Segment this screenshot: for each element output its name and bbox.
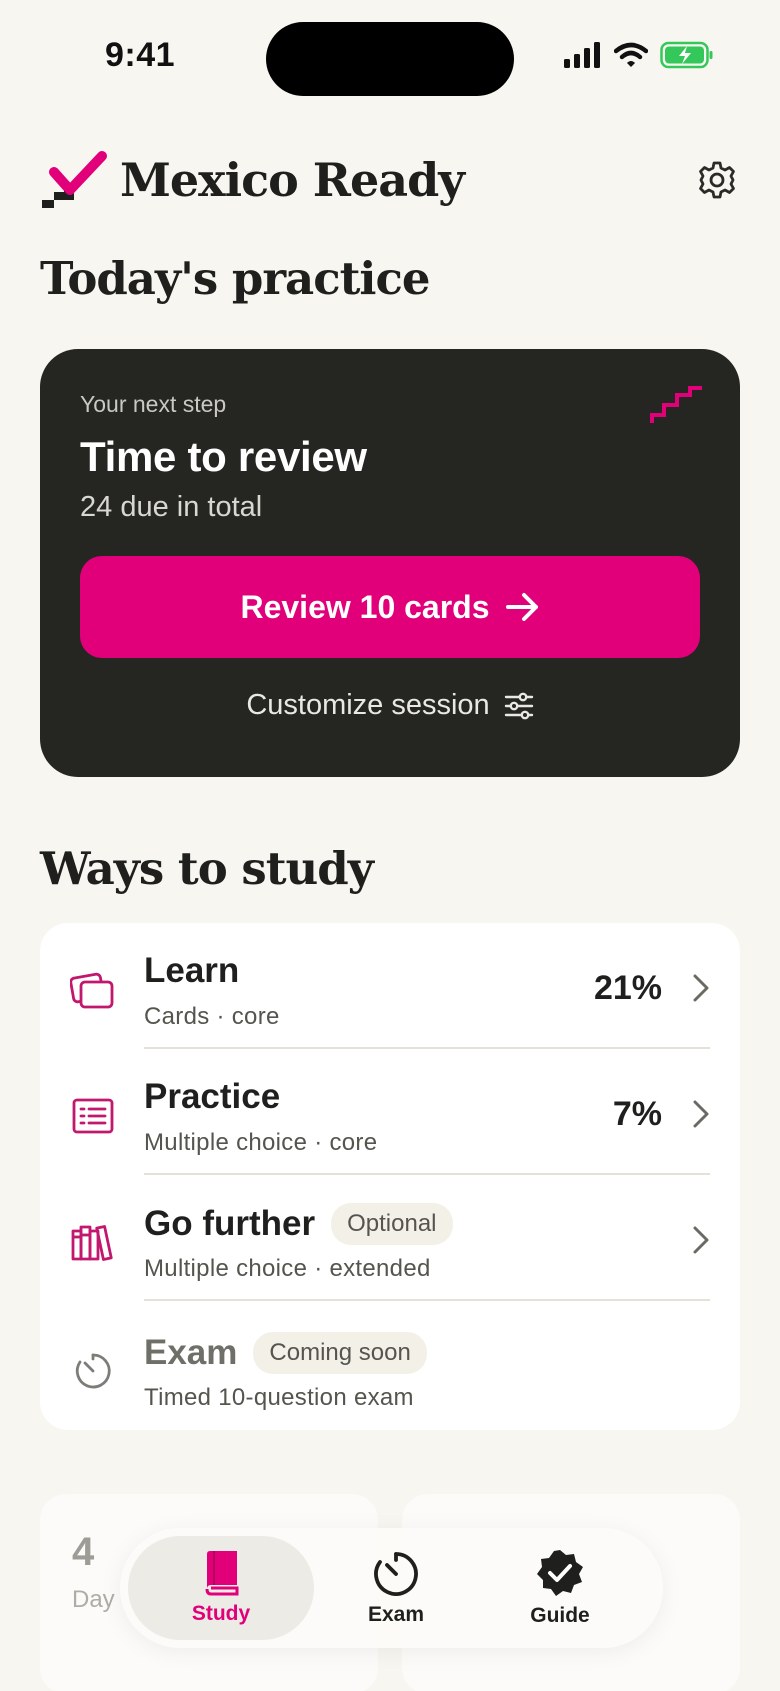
optional-badge: Optional <box>331 1203 453 1245</box>
way-item-practice[interactable]: Practice Multiple choice · core 7% <box>40 1049 740 1175</box>
way-subtitle: Multiple choice · core <box>144 1129 378 1156</box>
books-icon <box>70 1219 116 1265</box>
due-count-text: 24 due in total <box>80 491 263 523</box>
wifi-icon <box>614 42 648 67</box>
way-subtitle: Cards · core <box>144 1003 280 1030</box>
verified-badge-icon <box>537 1550 583 1596</box>
app-header: Mexico Ready <box>40 145 740 215</box>
tab-exam[interactable]: Exam <box>316 1536 476 1640</box>
tab-label: Guide <box>530 1604 590 1627</box>
gear-icon <box>699 161 735 199</box>
timer-icon <box>70 1348 116 1394</box>
book-icon <box>205 1551 239 1596</box>
cards-icon <box>70 967 116 1013</box>
way-subtitle: Multiple choice · extended <box>144 1255 431 1282</box>
progress-percent: 7% <box>612 1095 662 1133</box>
customize-session-label: Customize session <box>246 689 490 721</box>
way-item-exam: Exam Coming soon Timed 10-question exam <box>40 1304 740 1430</box>
next-step-card: Your next step Time to review 24 due in … <box>40 349 740 777</box>
battery-charging-icon <box>660 41 713 69</box>
review-cards-button[interactable]: Review 10 cards <box>80 556 700 658</box>
customize-session-button[interactable]: Customize session <box>40 689 740 722</box>
ways-to-study-heading: Ways to study <box>40 842 374 895</box>
next-step-title: Time to review <box>80 433 367 480</box>
list-icon <box>70 1093 116 1139</box>
tab-guide[interactable]: Guide <box>480 1536 640 1640</box>
sliders-icon <box>504 692 533 719</box>
ways-list: Learn Cards · core 21% Practice Multiple… <box>40 923 740 1430</box>
stairs-icon <box>650 386 702 423</box>
app-logo-icon <box>42 151 107 208</box>
study-screen: 9:41 Mexico Ready Today's practice Your … <box>0 0 780 1691</box>
chevron-right-icon <box>693 1226 709 1254</box>
todays-practice-heading: Today's practice <box>40 252 431 305</box>
arrow-right-icon <box>505 593 538 621</box>
way-title: Go further <box>144 1204 316 1243</box>
settings-button[interactable] <box>694 157 740 203</box>
cellular-signal-icon <box>564 42 600 68</box>
streak-days-value: 4 <box>72 1530 95 1574</box>
streak-days-label: Day <box>72 1586 115 1613</box>
way-item-learn[interactable]: Learn Cards · core 21% <box>40 923 740 1049</box>
chevron-right-icon <box>693 974 709 1002</box>
app-title: Mexico Ready <box>120 153 465 207</box>
tab-label: Exam <box>367 1603 425 1626</box>
status-bar: 9:41 <box>0 0 780 110</box>
status-icons <box>564 40 714 70</box>
way-title: Practice <box>144 1077 281 1116</box>
way-item-go-further[interactable]: Go further Optional Multiple choice · ex… <box>40 1175 740 1301</box>
bottom-tab-bar: Study Exam Guide <box>120 1528 663 1648</box>
way-title: Exam <box>144 1333 238 1372</box>
chevron-right-icon <box>693 1100 709 1128</box>
progress-percent: 21% <box>593 969 662 1007</box>
next-step-eyebrow: Your next step <box>80 391 227 417</box>
review-button-label: Review 10 cards <box>240 588 490 625</box>
status-time: 9:41 <box>105 36 176 74</box>
coming-soon-badge: Coming soon <box>253 1332 427 1374</box>
tab-study[interactable]: Study <box>128 1536 314 1640</box>
tab-label: Study <box>191 1602 251 1625</box>
way-subtitle: Timed 10-question exam <box>144 1384 414 1411</box>
row-divider <box>144 1299 710 1301</box>
stopwatch-icon <box>374 1552 418 1596</box>
way-title: Learn <box>144 951 240 990</box>
dynamic-island <box>266 22 514 96</box>
